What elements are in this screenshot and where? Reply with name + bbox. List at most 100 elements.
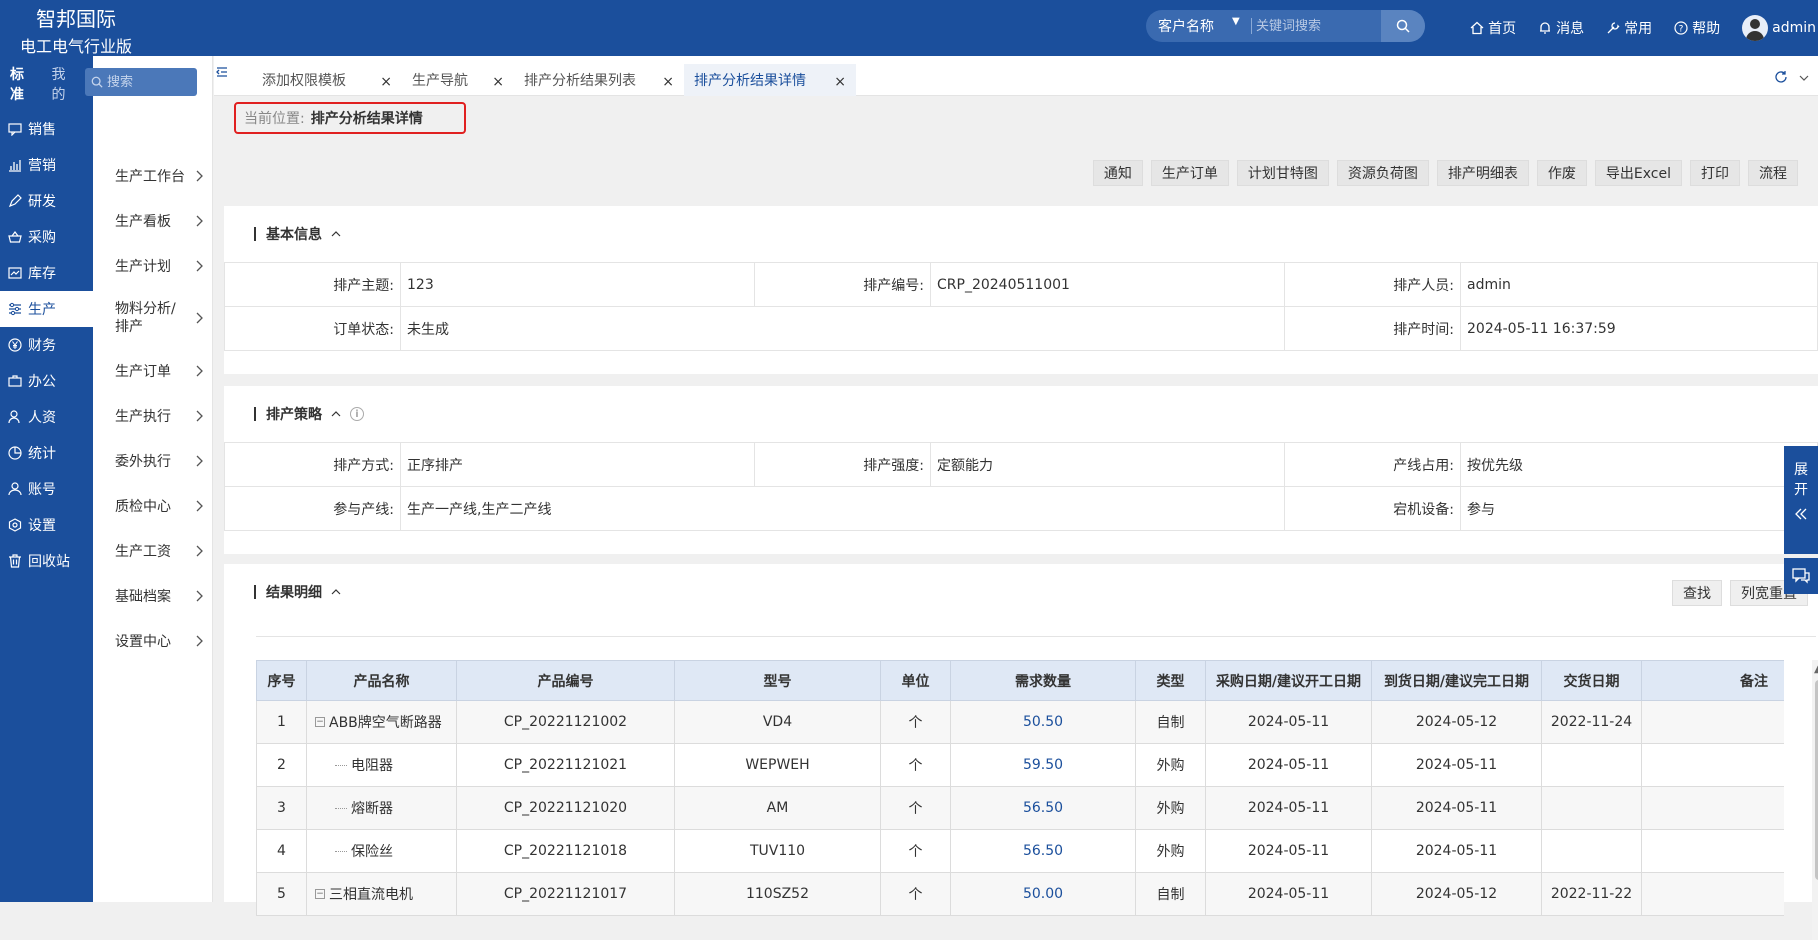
- sidebar-item-inventory[interactable]: 库存: [0, 255, 93, 291]
- subnav-item-execution[interactable]: 生产执行: [93, 393, 213, 438]
- time-value: 2024-05-11 16:37:59: [1460, 306, 1818, 351]
- user-menu[interactable]: admin: [1742, 15, 1816, 41]
- chevron-right-icon: [196, 260, 203, 271]
- tree-collapse-icon[interactable]: −: [315, 717, 325, 727]
- info-icon[interactable]: i: [350, 407, 364, 421]
- product-link[interactable]: ABB牌空气断路器: [329, 712, 442, 732]
- close-icon[interactable]: ×: [662, 74, 674, 90]
- product-link[interactable]: 熔断器: [351, 798, 393, 818]
- notify-button[interactable]: 通知: [1092, 160, 1143, 186]
- tab-add-permission-template[interactable]: 添加权限模板 ×: [252, 64, 402, 96]
- search-type-select[interactable]: 客户名称: [1158, 16, 1214, 36]
- sidebar-item-account[interactable]: 账号: [0, 471, 93, 507]
- caret-down-icon[interactable]: ▼: [1232, 16, 1240, 27]
- subnav-item-wages[interactable]: 生产工资: [93, 528, 213, 573]
- col-header[interactable]: 序号: [256, 660, 307, 701]
- chevron-up-icon[interactable]: [330, 228, 342, 240]
- tab-production-nav[interactable]: 生产导航 ×: [402, 64, 514, 96]
- basic-info-table: 排产主题: 123 排产编号: CRP_20240511001 排产人员: ad…: [224, 262, 1818, 351]
- col-header[interactable]: 类型: [1135, 660, 1206, 701]
- chevron-right-icon: [196, 312, 203, 324]
- sidebar-item-settings[interactable]: 设置: [0, 507, 93, 543]
- col-header[interactable]: 备注: [1641, 660, 1784, 701]
- refresh-icon[interactable]: [1774, 70, 1788, 84]
- yen-icon: [8, 338, 22, 352]
- subnav-item-outsourcing[interactable]: 委外执行: [93, 438, 213, 483]
- col-header[interactable]: 到货日期/建议完工日期: [1371, 660, 1542, 701]
- help-link[interactable]: ? 帮助: [1674, 18, 1720, 38]
- trash-icon: [9, 554, 21, 568]
- sidebar-item-office[interactable]: 办公: [0, 363, 93, 399]
- table-row: 1 − ABB牌空气断路器 CP_20221121002 VD4 个 50.50 …: [256, 700, 1784, 744]
- schedule-detail-button[interactable]: 排产明细表: [1436, 160, 1529, 186]
- sidebar-item-stats[interactable]: 统计: [0, 435, 93, 471]
- col-header[interactable]: 型号: [674, 660, 881, 701]
- subnav-item-order[interactable]: 生产订单: [93, 348, 213, 393]
- col-header[interactable]: 产品编号: [456, 660, 675, 701]
- subnav-item-material[interactable]: 物料分析/排产: [93, 288, 213, 348]
- sidebar-item-rnd[interactable]: 研发: [0, 183, 93, 219]
- subnav-item-plan[interactable]: 生产计划: [93, 243, 213, 288]
- search-button[interactable]: [1381, 10, 1425, 42]
- subnav-item-settings[interactable]: 设置中心: [93, 618, 213, 663]
- find-button[interactable]: 查找: [1672, 580, 1722, 606]
- chevron-right-icon: [196, 455, 203, 466]
- tab-mine[interactable]: 我的: [52, 64, 80, 104]
- close-icon[interactable]: ×: [492, 74, 504, 90]
- table-scrollbar[interactable]: ▲: [1812, 660, 1818, 940]
- close-icon[interactable]: ×: [380, 74, 392, 90]
- feedback-button[interactable]: [1784, 558, 1818, 594]
- void-button[interactable]: 作废: [1536, 160, 1587, 186]
- scroll-up-icon[interactable]: ▲: [1814, 664, 1818, 675]
- double-chevron-left-icon: [1795, 508, 1807, 520]
- subnav-item-board[interactable]: 生产看板: [93, 198, 213, 243]
- col-header[interactable]: 单位: [880, 660, 951, 701]
- expand-panel-button[interactable]: 展开: [1784, 446, 1818, 554]
- workflow-button[interactable]: 流程: [1748, 160, 1798, 186]
- collapse-menu-icon[interactable]: [216, 66, 228, 78]
- production-order-button[interactable]: 生产订单: [1150, 160, 1229, 186]
- chevron-right-icon: [196, 635, 203, 646]
- chevron-up-icon[interactable]: [330, 408, 342, 420]
- col-header[interactable]: 采购日期/建议开工日期: [1205, 660, 1372, 701]
- sidebar-item-finance[interactable]: 财务: [0, 327, 93, 363]
- product-link[interactable]: 电阻器: [351, 755, 393, 775]
- product-link[interactable]: 三相直流电机: [329, 884, 413, 904]
- code-value: CRP_20240511001: [930, 262, 1285, 307]
- svg-text:?: ?: [1679, 25, 1684, 35]
- breadcrumb-label: 当前位置:: [244, 111, 305, 127]
- chevron-right-icon: [196, 215, 203, 226]
- subnav-item-workbench[interactable]: 生产工作台: [93, 153, 213, 198]
- sidebar-item-hr[interactable]: 人资: [0, 399, 93, 435]
- col-header[interactable]: 交货日期: [1541, 660, 1642, 701]
- sidebar-item-production[interactable]: 生产: [0, 291, 93, 327]
- gantt-button[interactable]: 计划甘特图: [1236, 160, 1329, 186]
- sidebar-item-marketing[interactable]: 营销: [0, 147, 93, 183]
- col-header[interactable]: 需求数量: [950, 660, 1136, 701]
- export-excel-button[interactable]: 导出Excel: [1594, 160, 1682, 186]
- product-link[interactable]: 保险丝: [351, 841, 393, 861]
- resource-load-button[interactable]: 资源负荷图: [1336, 160, 1429, 186]
- tab-standard[interactable]: 标准: [10, 64, 38, 104]
- chevron-down-icon[interactable]: [1798, 72, 1810, 84]
- tab-schedule-result-list[interactable]: 排产分析结果列表 ×: [514, 64, 684, 96]
- home-link[interactable]: 首页: [1470, 18, 1516, 38]
- print-button[interactable]: 打印: [1690, 160, 1740, 186]
- sidebar-item-sales[interactable]: 销售: [0, 111, 93, 147]
- subnav-item-qc[interactable]: 质检中心: [93, 483, 213, 528]
- status-value: 未生成: [400, 306, 1285, 351]
- chevron-up-icon[interactable]: [330, 586, 342, 598]
- close-icon[interactable]: ×: [834, 74, 846, 90]
- common-link[interactable]: 常用: [1606, 18, 1652, 38]
- tree-collapse-icon[interactable]: −: [315, 889, 325, 899]
- sidebar-search-input[interactable]: [107, 72, 187, 92]
- col-header[interactable]: 产品名称: [306, 660, 457, 701]
- search-input[interactable]: [1256, 15, 1376, 37]
- sidebar-item-recycle[interactable]: 回收站: [0, 543, 93, 579]
- subnav-item-archive[interactable]: 基础档案: [93, 573, 213, 618]
- person-value: admin: [1460, 262, 1818, 307]
- messages-link[interactable]: 消息: [1538, 18, 1584, 38]
- sidebar-item-purchase[interactable]: 采购: [0, 219, 93, 255]
- home-label: 首页: [1488, 21, 1517, 37]
- tab-schedule-result-detail[interactable]: 排产分析结果详情 ×: [684, 64, 856, 96]
